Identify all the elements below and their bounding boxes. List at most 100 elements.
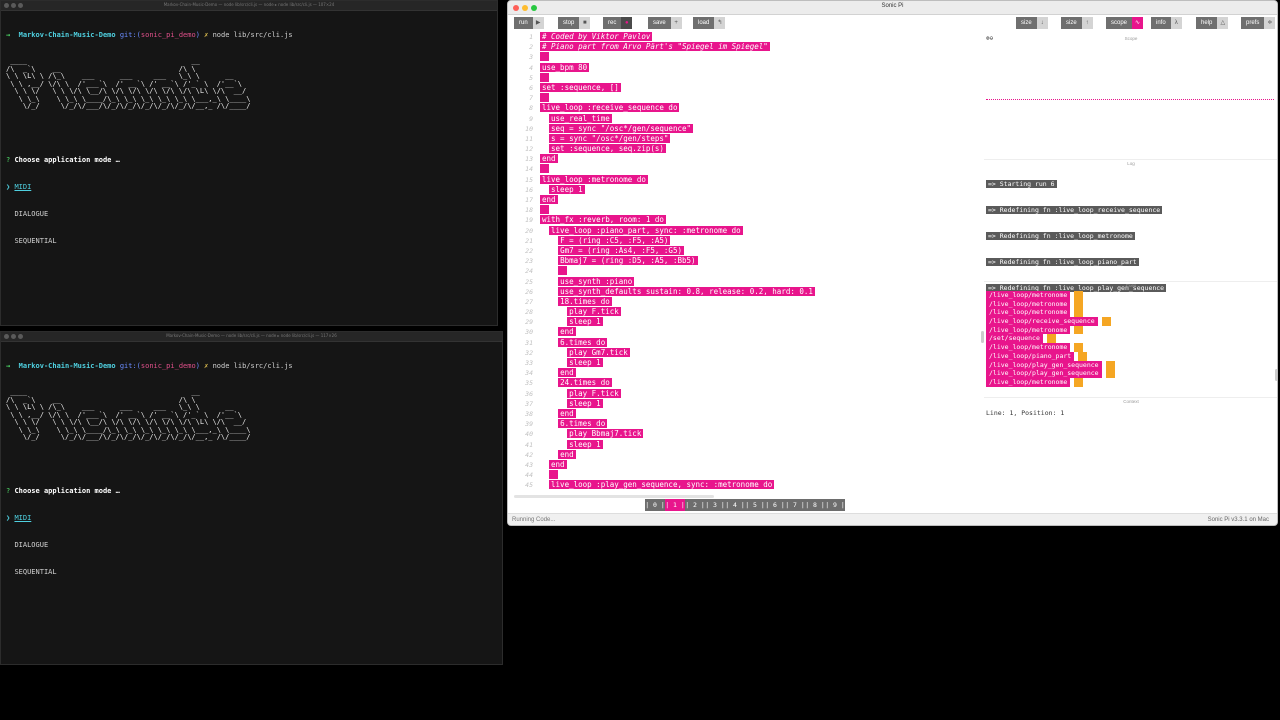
line-number: 41 xyxy=(525,440,533,449)
buffer-tab-7[interactable]: | 7 | xyxy=(785,499,805,511)
buffer-tab-5[interactable]: | 5 | xyxy=(745,499,765,511)
code-line[interactable] xyxy=(540,52,988,62)
cursor-position: Line: 1, Position: 1 xyxy=(986,409,1065,417)
code-line[interactable]: live_loop :piano_part, sync: :metronome … xyxy=(540,225,988,236)
mode-option-dialogue[interactable]: DIALOGUE xyxy=(6,541,497,550)
code-line[interactable]: 18.times do xyxy=(540,296,988,307)
code-line[interactable] xyxy=(540,205,988,215)
line-number: 7 xyxy=(529,94,533,103)
code-line[interactable]: Bbmaj7 = (ring :D5, :A5, :Bb5) xyxy=(540,256,988,266)
mode-option-sequential[interactable]: SEQUENTIAL xyxy=(6,237,492,246)
code-line[interactable]: sleep 1 xyxy=(540,398,988,409)
buffer-tab-8[interactable]: | 8 | xyxy=(805,499,825,511)
line-number: 19 xyxy=(525,216,533,225)
code-line[interactable]: sleep 1 xyxy=(540,317,988,327)
load-button[interactable]: load ↰ xyxy=(693,17,726,29)
buffer-tab-2[interactable]: | 2 | xyxy=(685,499,705,511)
code-line[interactable]: set :sequence, [] xyxy=(540,82,988,93)
code-line[interactable]: play F.tick xyxy=(540,307,988,317)
mode-option-midi[interactable]: ❯ MIDI xyxy=(6,514,497,523)
line-number: 24 xyxy=(525,267,533,276)
code-line[interactable] xyxy=(540,266,988,276)
cue-item: /live_loop/piano_part xyxy=(986,351,1184,361)
code-line[interactable]: # Coded by Viktor Pavlov xyxy=(540,32,988,42)
code-editor[interactable]: 1 2 3 4 5 6 7 8 9 10 11 12 13 14 15 16 17 18 19 20 21 22 23 24 2… xyxy=(514,32,988,494)
code-line[interactable] xyxy=(540,470,988,480)
scope-label: Scope xyxy=(1124,36,1138,41)
code-line[interactable]: end xyxy=(540,154,988,164)
code-line[interactable]: sleep 1 xyxy=(540,184,988,195)
terminal-top[interactable]: Markov-Chain-Music-Demo — node lib/src/c… xyxy=(0,0,498,326)
info-button[interactable]: info λ xyxy=(1151,17,1182,29)
code-line[interactable]: # Piano part from Arvo Pärt's "Spiegel i… xyxy=(540,42,988,52)
rec-button[interactable]: rec ● xyxy=(603,17,633,29)
mode-option-sequential[interactable]: SEQUENTIAL xyxy=(6,568,497,577)
cue-value-marker xyxy=(1106,369,1115,378)
code-line[interactable]: use_bpm 80 xyxy=(540,62,988,73)
line-number: 32 xyxy=(525,348,533,357)
scope-button[interactable]: scope ∿ xyxy=(1106,17,1144,29)
code-line[interactable]: 6.times do xyxy=(540,419,988,429)
code-line[interactable] xyxy=(540,72,988,83)
code-line[interactable]: Gm7 = (ring :As4, :F5, :G5) xyxy=(540,245,988,256)
help-button[interactable]: help △ xyxy=(1196,17,1229,29)
code-line[interactable] xyxy=(540,93,988,103)
code-line[interactable]: 24.times do xyxy=(540,378,988,388)
code-line[interactable]: 6.times do xyxy=(540,337,988,348)
line-numbers: 1 2 3 4 5 6 7 8 9 10 11 12 13 14 15 16 17 18 19 20 21 22 23 24 2… xyxy=(514,32,536,494)
code-line[interactable]: sleep 1 xyxy=(540,439,988,450)
line-number: 27 xyxy=(525,297,533,306)
mode-option-midi[interactable]: ❯ MIDI xyxy=(6,183,492,192)
code-line[interactable]: use_synth_defaults sustain: 0.8, release… xyxy=(540,286,988,297)
code-line[interactable]: use_synth :piano xyxy=(540,276,988,287)
size-decrease-button[interactable]: size ↓ xyxy=(1016,17,1048,29)
code-line[interactable]: play F.tick xyxy=(540,388,988,399)
mode-option-dialogue[interactable]: DIALOGUE xyxy=(6,210,492,219)
cue-item: /live_loop/metronome xyxy=(986,299,1184,309)
code-line[interactable]: end xyxy=(540,327,988,337)
code-line[interactable]: live_loop :play_gen_sequence, sync: :met… xyxy=(540,480,988,490)
code-line[interactable]: sleep 1 xyxy=(540,358,988,368)
line-number: 28 xyxy=(525,308,533,317)
code-line[interactable]: with_fx :reverb, room: 1 do xyxy=(540,215,988,225)
buffer-tab-1[interactable]: | 1 | xyxy=(665,499,685,511)
run-button[interactable]: run ▶ xyxy=(514,17,544,29)
terminal-bottom[interactable]: Markov-Chain-Music-Demo — node lib/src/c… xyxy=(0,331,503,665)
code-line[interactable]: end xyxy=(540,195,988,205)
prefs-button[interactable]: prefs ≑ xyxy=(1241,17,1276,29)
code-line[interactable]: set :sequence, seq.zip(s) xyxy=(540,144,988,154)
window-titlebar: Sonic Pi xyxy=(508,1,1277,15)
code-line[interactable]: play Gm7.tick xyxy=(540,347,988,358)
buffer-tab-4[interactable]: | 4 | xyxy=(725,499,745,511)
code-line[interactable]: end xyxy=(540,449,988,460)
code-line[interactable] xyxy=(540,164,988,174)
code-line[interactable]: live_loop :metronome do xyxy=(540,174,988,185)
log-label: Log xyxy=(1127,161,1135,166)
save-button[interactable]: save + xyxy=(648,17,682,29)
stop-icon: ■ xyxy=(579,17,591,29)
code-line[interactable]: use_real_time xyxy=(540,113,988,124)
line-number: 16 xyxy=(525,185,533,194)
cue-value-marker xyxy=(1074,291,1083,300)
buffer-tab-6[interactable]: | 6 | xyxy=(765,499,785,511)
arrow-up-icon: ↑ xyxy=(1081,17,1093,29)
code-line[interactable]: end xyxy=(540,459,988,470)
buffer-tab-0[interactable]: | 0 | xyxy=(645,499,665,511)
code-line[interactable]: F = (ring :C5, :F5, :A5) xyxy=(540,235,988,246)
triangle-icon: △ xyxy=(1217,17,1229,29)
code-line[interactable]: s = sync "/osc*/gen/steps" xyxy=(540,133,988,144)
code-area[interactable]: # Coded by Viktor Pavlov # Piano part fro… xyxy=(540,32,988,494)
code-line[interactable]: play Bbmaj7.tick xyxy=(540,429,988,439)
cue-item: /live_loop/metronome xyxy=(986,343,1184,352)
buffer-tab-3[interactable]: | 3 | xyxy=(705,499,725,511)
editor-horizontal-scrollbar[interactable] xyxy=(514,495,714,498)
code-line[interactable]: live_loop :receive_sequence do xyxy=(540,103,988,113)
code-line[interactable]: seq = sync "/osc*/gen/sequence" xyxy=(540,123,988,134)
line-number: 25 xyxy=(525,277,533,286)
line-number: 15 xyxy=(525,175,533,184)
stop-button[interactable]: stop ■ xyxy=(558,17,591,29)
code-line[interactable]: end xyxy=(540,368,988,378)
buffer-tab-9[interactable]: | 9 | xyxy=(825,499,845,511)
size-increase-button[interactable]: size ↑ xyxy=(1061,17,1093,29)
code-line[interactable]: end xyxy=(540,408,988,419)
